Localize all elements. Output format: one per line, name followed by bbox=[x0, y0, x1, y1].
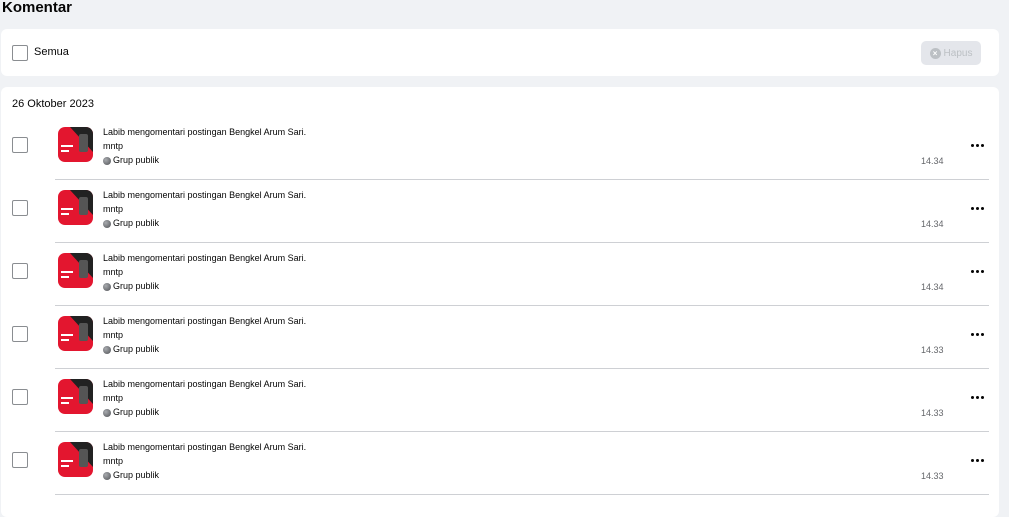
more-options-button[interactable] bbox=[966, 450, 988, 470]
activity-time: 14.33 bbox=[921, 408, 944, 418]
post-thumbnail[interactable] bbox=[58, 127, 93, 162]
dot-icon bbox=[970, 206, 974, 210]
more-options-button[interactable] bbox=[966, 261, 988, 281]
dot-icon bbox=[975, 143, 979, 147]
dot-icon bbox=[980, 143, 984, 147]
activity-time: 14.34 bbox=[921, 282, 944, 292]
dot-icon bbox=[970, 143, 974, 147]
audience: Grup publik bbox=[103, 407, 159, 418]
activity-item: Labib mengomentari postingan Bengkel Aru… bbox=[1, 243, 999, 306]
dot-icon bbox=[970, 458, 974, 462]
globe-icon bbox=[103, 471, 111, 480]
activity-title[interactable]: Labib mengomentari postingan Bengkel Aru… bbox=[103, 190, 306, 201]
item-checkbox[interactable] bbox=[12, 137, 28, 153]
activity-time: 14.33 bbox=[921, 345, 944, 355]
audience-label: Grup publik bbox=[113, 218, 160, 228]
dot-icon bbox=[970, 395, 974, 399]
comment-text: mntp bbox=[103, 267, 124, 277]
dot-icon bbox=[975, 458, 979, 462]
audience: Grup publik bbox=[103, 344, 159, 355]
dot-icon bbox=[975, 395, 979, 399]
audience: Grup publik bbox=[103, 218, 159, 229]
more-options-button[interactable] bbox=[966, 387, 988, 407]
comment-activity-list: 26 Oktober 2023 Labib mengomentari posti… bbox=[1, 87, 999, 517]
activity-title[interactable]: Labib mengomentari postingan Bengkel Aru… bbox=[103, 379, 306, 390]
activity-item: Labib mengomentari postingan Bengkel Aru… bbox=[1, 117, 999, 180]
post-thumbnail[interactable] bbox=[58, 442, 93, 477]
activity-time: 14.33 bbox=[921, 471, 944, 481]
post-thumbnail[interactable] bbox=[58, 253, 93, 288]
delete-button-label: Hapus bbox=[943, 47, 973, 59]
date-heading: 26 Oktober 2023 bbox=[12, 98, 94, 110]
select-all-label[interactable]: Semua bbox=[34, 46, 69, 59]
activity-title[interactable]: Labib mengomentari postingan Bengkel Aru… bbox=[103, 316, 306, 327]
activity-item: Labib mengomentari postingan Bengkel Aru… bbox=[1, 180, 999, 243]
dot-icon bbox=[975, 206, 979, 210]
delete-button[interactable]: × Hapus bbox=[921, 41, 981, 65]
post-thumbnail[interactable] bbox=[58, 190, 93, 225]
audience: Grup publik bbox=[103, 470, 159, 481]
comment-text: mntp bbox=[103, 141, 124, 151]
activity-title[interactable]: Labib mengomentari postingan Bengkel Aru… bbox=[103, 127, 306, 138]
audience-label: Grup publik bbox=[113, 344, 160, 354]
more-options-button[interactable] bbox=[966, 135, 988, 155]
comment-text: mntp bbox=[103, 204, 124, 214]
dot-icon bbox=[980, 395, 984, 399]
item-checkbox[interactable] bbox=[12, 326, 28, 342]
post-thumbnail[interactable] bbox=[58, 379, 93, 414]
dot-icon bbox=[980, 458, 984, 462]
audience-label: Grup publik bbox=[113, 155, 160, 165]
activity-item: Labib mengomentari postingan Bengkel Aru… bbox=[1, 432, 999, 495]
activity-item: Labib mengomentari postingan Bengkel Aru… bbox=[1, 306, 999, 369]
comment-text: mntp bbox=[103, 330, 124, 340]
dot-icon bbox=[980, 206, 984, 210]
audience-label: Grup publik bbox=[113, 407, 160, 417]
select-all-checkbox[interactable] bbox=[12, 45, 28, 61]
item-divider bbox=[55, 494, 989, 495]
dot-icon bbox=[975, 269, 979, 273]
activity-time: 14.34 bbox=[921, 156, 944, 166]
comment-text: mntp bbox=[103, 456, 124, 466]
globe-icon bbox=[103, 156, 111, 165]
dot-icon bbox=[980, 269, 984, 273]
more-options-button[interactable] bbox=[966, 324, 988, 344]
activity-title[interactable]: Labib mengomentari postingan Bengkel Aru… bbox=[103, 442, 306, 453]
audience-label: Grup publik bbox=[113, 281, 160, 291]
activity-time: 14.34 bbox=[921, 219, 944, 229]
select-all-toolbar: Semua × Hapus bbox=[1, 29, 999, 76]
audience: Grup publik bbox=[103, 155, 159, 166]
item-checkbox[interactable] bbox=[12, 263, 28, 279]
comment-text: mntp bbox=[103, 393, 124, 403]
item-checkbox[interactable] bbox=[12, 200, 28, 216]
dot-icon bbox=[975, 332, 979, 336]
more-options-button[interactable] bbox=[966, 198, 988, 218]
close-circle-icon: × bbox=[929, 47, 941, 59]
dot-icon bbox=[970, 269, 974, 273]
post-thumbnail[interactable] bbox=[58, 316, 93, 351]
audience-label: Grup publik bbox=[113, 470, 160, 480]
audience: Grup publik bbox=[103, 281, 159, 292]
globe-icon bbox=[103, 219, 111, 228]
activity-item: Labib mengomentari postingan Bengkel Aru… bbox=[1, 369, 999, 432]
dot-icon bbox=[980, 332, 984, 336]
item-checkbox[interactable] bbox=[12, 389, 28, 405]
globe-icon bbox=[103, 282, 111, 291]
dot-icon bbox=[970, 332, 974, 336]
page-title: Komentar bbox=[2, 0, 73, 16]
item-checkbox[interactable] bbox=[12, 452, 28, 468]
globe-icon bbox=[103, 345, 111, 354]
globe-icon bbox=[103, 408, 111, 417]
activity-title[interactable]: Labib mengomentari postingan Bengkel Aru… bbox=[103, 253, 306, 264]
